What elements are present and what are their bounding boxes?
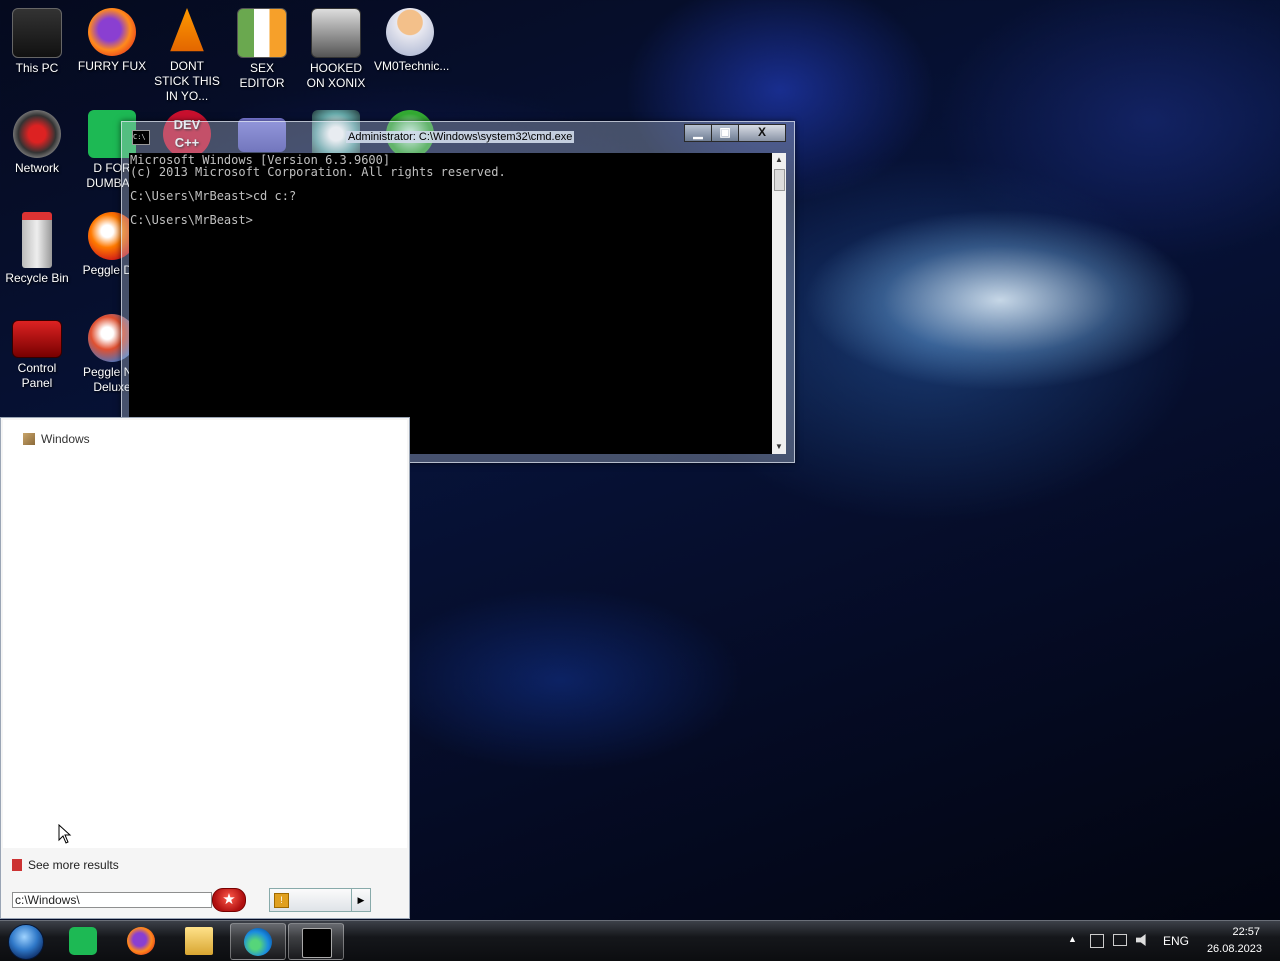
clock-date[interactable]: 26.08.2023 bbox=[1207, 943, 1262, 955]
firefox-icon bbox=[127, 927, 155, 955]
desktop-icon-network[interactable]: Network bbox=[1, 110, 73, 176]
system-tray: ▲ ENG 22:57 26.08.2023 bbox=[1050, 921, 1280, 961]
minimize-button[interactable]: ▁ bbox=[684, 124, 712, 142]
vlc-cone-icon bbox=[170, 8, 204, 52]
taskbar-edge[interactable] bbox=[230, 923, 286, 960]
console-line: (c) 2013 Microsoft Corporation. All righ… bbox=[130, 165, 506, 179]
technician-icon bbox=[386, 8, 434, 56]
computer-icon bbox=[12, 8, 62, 58]
firefox-icon bbox=[88, 8, 136, 56]
control-panel-icon bbox=[12, 320, 62, 358]
cmd-titlebar[interactable]: C:\ Administrator: C:\Windows\system32\c… bbox=[122, 122, 794, 152]
cmd-app-icon[interactable]: C:\ bbox=[132, 130, 150, 145]
desktop-icon-hooked-on-xonix[interactable]: HOOKED ON XONIX bbox=[300, 8, 372, 91]
desktop-icon-dont-stick[interactable]: DONT STICK THIS IN YO... bbox=[151, 8, 223, 104]
scroll-up-icon[interactable]: ▲ bbox=[772, 153, 786, 167]
clock-time[interactable]: 22:57 bbox=[1232, 926, 1260, 938]
tray-overflow-icon[interactable]: ▲ bbox=[1068, 934, 1077, 944]
cmd-title: Administrator: C:\Windows\system32\cmd.e… bbox=[346, 131, 575, 143]
desktop-icon-sex-editor[interactable]: SEX EDITOR bbox=[226, 8, 298, 91]
console-output[interactable]: Microsoft Windows [Version 6.3.9600] (c) … bbox=[129, 153, 772, 454]
search-results-icon bbox=[12, 859, 22, 871]
scroll-down-icon[interactable]: ▼ bbox=[772, 440, 786, 454]
recycle-bin-icon bbox=[22, 212, 52, 268]
shutdown-options-arrow-icon[interactable]: ▶ bbox=[351, 889, 370, 911]
network-icon bbox=[13, 110, 61, 158]
network-icon[interactable] bbox=[1113, 934, 1127, 946]
start-orb-button[interactable] bbox=[8, 924, 44, 960]
console-line: C:\Users\MrBeast>cd c:? bbox=[130, 189, 297, 203]
folder-icon bbox=[23, 433, 35, 445]
result-group-windows[interactable]: Windows bbox=[23, 432, 90, 446]
star-icon[interactable]: ★ bbox=[212, 888, 246, 912]
taskbar-app-green[interactable] bbox=[56, 923, 110, 958]
desktop-icon-furry-fux[interactable]: FURRY FUX bbox=[76, 8, 148, 74]
edge-icon bbox=[244, 928, 272, 956]
cmd-window[interactable]: C:\ Administrator: C:\Windows\system32\c… bbox=[121, 121, 795, 463]
mouse-cursor-icon bbox=[58, 824, 72, 844]
start-search-input[interactable] bbox=[12, 892, 212, 908]
desktop-icon-vm0technic[interactable]: VM0Technic... bbox=[374, 8, 449, 74]
lock-icon: ! bbox=[274, 893, 289, 908]
xonix-icon bbox=[311, 8, 361, 58]
shutdown-button[interactable]: ! ▶ bbox=[269, 888, 371, 912]
console-line: C:\Users\MrBeast> bbox=[130, 213, 253, 227]
action-center-flag-icon[interactable] bbox=[1090, 934, 1104, 948]
volume-icon[interactable] bbox=[1136, 934, 1146, 946]
hxd-icon bbox=[237, 8, 287, 58]
see-more-results-link[interactable]: See more results bbox=[12, 858, 119, 872]
maximize-button[interactable]: ▣ bbox=[711, 124, 739, 142]
taskbar-cmd[interactable] bbox=[288, 923, 344, 960]
language-indicator[interactable]: ENG bbox=[1163, 934, 1189, 948]
cmd-icon bbox=[302, 928, 332, 958]
taskbar: ▲ ENG 22:57 26.08.2023 bbox=[0, 920, 1280, 961]
folder-icon bbox=[185, 927, 213, 955]
desktop-icon-this-pc[interactable]: This PC bbox=[1, 8, 73, 76]
close-button[interactable]: X bbox=[738, 124, 786, 142]
scroll-thumb[interactable] bbox=[774, 169, 785, 191]
app-green-icon bbox=[69, 927, 97, 955]
search-results-pane: Windows bbox=[3, 420, 407, 848]
desktop-icon-recycle-bin[interactable]: Recycle Bin bbox=[1, 212, 73, 286]
desktop-icon-control-panel[interactable]: Control Panel bbox=[1, 314, 73, 391]
taskbar-explorer[interactable] bbox=[172, 923, 226, 958]
console-scrollbar[interactable]: ▲ ▼ bbox=[772, 153, 786, 454]
taskbar-firefox[interactable] bbox=[114, 923, 168, 958]
